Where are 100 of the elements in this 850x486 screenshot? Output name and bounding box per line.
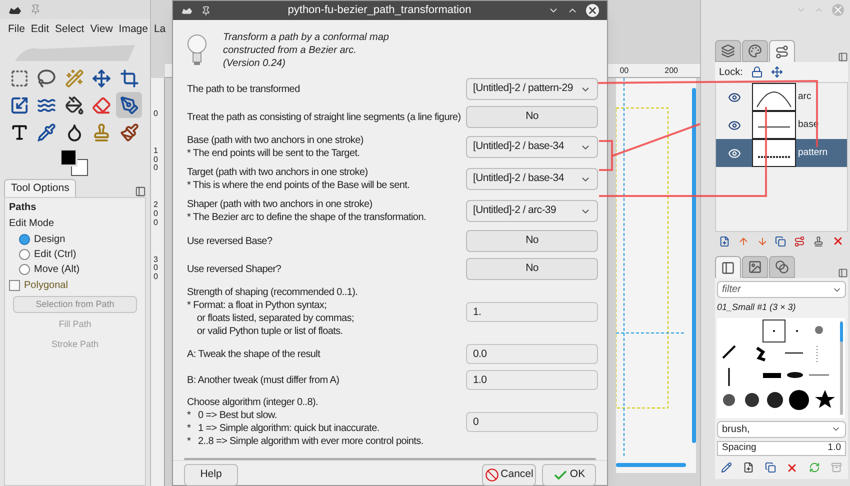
cancel-button[interactable]: Cancel [482, 464, 536, 486]
path-dropdown[interactable]: [Untitled]-2 / base-34 [466, 168, 598, 190]
input-field[interactable]: 0.0 [466, 344, 598, 364]
path-name: arc [797, 90, 812, 104]
tool-button[interactable] [116, 92, 142, 118]
eye-icon[interactable] [728, 118, 740, 132]
path-row[interactable]: pattern [716, 139, 847, 167]
param-label: Shaper (path with two anchors in one stroke) [187, 198, 374, 211]
section-label: Edit Mode [9, 217, 56, 231]
window-title: python-fu-bezier_path_transformation [286, 3, 472, 18]
panel-tab[interactable] [742, 40, 768, 62]
panel-tab[interactable] [742, 256, 768, 278]
copy-icon[interactable] [775, 236, 786, 246]
tool-options-tab[interactable]: Tool Options [4, 179, 76, 197]
panel-title: Paths [9, 201, 38, 215]
lock-icon[interactable] [750, 66, 763, 78]
menu-item[interactable]: Select [55, 22, 84, 38]
dog-logo-icon [181, 6, 193, 15]
toggle-button[interactable]: No [466, 106, 598, 128]
ruler-label: 00 [620, 64, 629, 76]
close-icon[interactable] [586, 4, 599, 17]
menu-item[interactable]: Image [118, 22, 148, 38]
ruler-label: 200 [664, 64, 678, 76]
param-label: * 0 => Best but slow. [187, 409, 278, 422]
panel-tab[interactable] [769, 256, 795, 278]
help-button[interactable]: Help [184, 464, 238, 486]
checkbox[interactable] [9, 280, 20, 290]
path-dropdown[interactable]: [Untitled]-2 / base-34 [466, 136, 598, 158]
move-arrows-icon [92, 68, 112, 88]
path-dropdown[interactable]: [Untitled]-2 / pattern-29 [466, 78, 598, 100]
radio-option[interactable]: Move (Alt) [19, 262, 141, 276]
new-file-icon[interactable] [742, 462, 754, 473]
route-icon[interactable] [794, 236, 806, 246]
dog-logo-icon [8, 4, 22, 14]
radio-button[interactable] [19, 248, 30, 260]
no-entry-icon [484, 468, 499, 482]
layers-icon [721, 44, 735, 58]
ruler-label: 300 [154, 256, 159, 282]
menu-item[interactable]: File [8, 22, 25, 38]
description-line: constructed from a Bezier arc. [223, 44, 358, 56]
spacing-spinner[interactable]: Spacing 1.0 [717, 440, 846, 456]
ruler-label: 0 [154, 110, 159, 119]
route-icon [775, 44, 789, 58]
toggle-button[interactable]: No [466, 230, 598, 252]
param-label: Use reversed Base? [187, 234, 274, 248]
lasso-icon [37, 68, 56, 88]
radio-button[interactable] [19, 264, 30, 274]
menu-item[interactable]: Edit [30, 22, 50, 38]
panel-tab[interactable] [715, 256, 741, 278]
refresh-icon[interactable] [809, 462, 820, 473]
palette-icon [748, 44, 762, 58]
copy-icon[interactable] [764, 462, 776, 473]
radio-option[interactable]: Design [19, 232, 141, 246]
param-label: * The Bezier arc to define the shape of the transformation. [187, 211, 427, 224]
new-file-icon[interactable] [719, 236, 730, 246]
paint-bucket-icon [64, 96, 84, 114]
pattern-icon [748, 260, 762, 274]
checkbox-option[interactable]: Polygonal [9, 277, 141, 293]
panel-menu-icon [838, 268, 848, 278]
ok-button[interactable]: OK [542, 464, 596, 486]
pin-icon [201, 6, 211, 16]
arrow-down-icon[interactable] [756, 236, 768, 246]
radio-option[interactable]: Edit (Ctrl) [19, 247, 141, 261]
param-label: Treat the path as consisting of straight line segments (a line figure) [187, 110, 462, 124]
panel-menu-icon [135, 186, 146, 197]
param-label: Choose algorithm (integer 0..8). [187, 396, 320, 409]
ruler-label: 100 [154, 146, 159, 174]
toggle-button[interactable]: No [466, 258, 598, 280]
arrow-up-icon[interactable] [738, 236, 749, 246]
stamp-icon [92, 122, 112, 142]
param-label: The path to be transformed [187, 82, 301, 96]
path-row[interactable]: arc [716, 83, 847, 111]
input-field[interactable]: 1.0 [466, 370, 598, 390]
filter-field[interactable]: filter [717, 281, 846, 298]
dashed-square-icon [10, 68, 28, 88]
panel-menu-icon [838, 52, 848, 62]
eye-icon[interactable] [728, 90, 740, 104]
param-label: Target (path with two anchors in one stroke) [187, 166, 369, 179]
input-field[interactable]: 0 [466, 412, 598, 432]
color-swatches-icon[interactable] [60, 149, 88, 177]
panel-tab[interactable] [769, 40, 795, 62]
param-label: * 1 => Simple algorithm: quick but inaccurate. [187, 422, 380, 435]
pen-icon [120, 96, 139, 114]
radio-button[interactable] [19, 234, 30, 244]
tag-field[interactable]: brush, [717, 420, 846, 438]
stamp-icon[interactable] [813, 236, 824, 246]
param-label: Base (path with two anchors in one stroke) [187, 134, 364, 147]
menu-item[interactable]: View [90, 22, 113, 38]
param-label: * 2..8 => Simple algorithm with ever more control points. [187, 435, 424, 448]
pipette-icon [37, 122, 56, 142]
menu-item[interactable]: La [154, 22, 166, 38]
move-arrows-icon[interactable] [770, 66, 783, 78]
panel-tab[interactable] [715, 40, 741, 62]
pencil-icon[interactable] [721, 462, 732, 473]
delete-icon[interactable] [786, 462, 798, 474]
crop-icon [120, 68, 139, 88]
input-field[interactable]: 1. [466, 302, 598, 322]
eye-icon[interactable] [728, 146, 740, 160]
delete-icon[interactable] [832, 235, 844, 247]
path-dropdown[interactable]: [Untitled]-2 / arc-39 [466, 200, 598, 222]
